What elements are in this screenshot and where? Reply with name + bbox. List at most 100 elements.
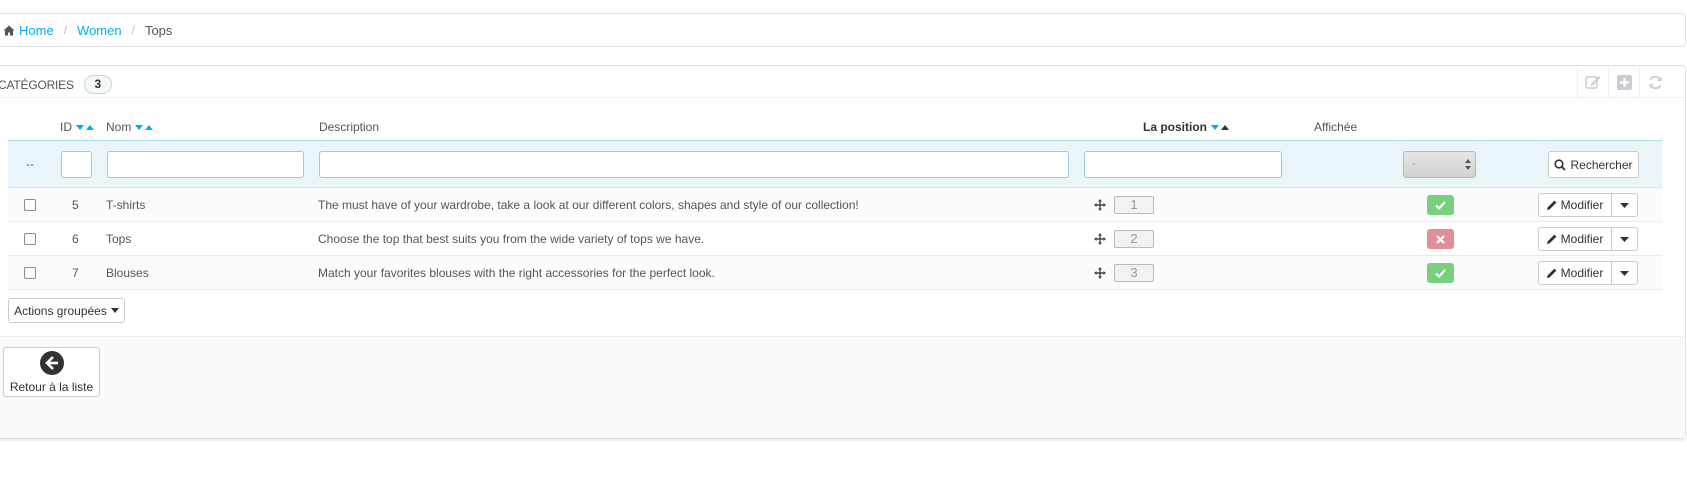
select-arrows-icon — [1465, 159, 1471, 170]
pencil-icon — [1546, 234, 1557, 244]
table-row[interactable]: 5 T-shirts The must have of your wardrob… — [8, 188, 1662, 222]
filter-dash: -- — [26, 157, 34, 171]
sort-desc-icon[interactable] — [135, 124, 144, 130]
bulk-actions-button[interactable]: Actions groupées — [8, 298, 125, 323]
drag-handle-icon[interactable] — [1094, 199, 1106, 211]
edit-button-label: Modifier — [1560, 232, 1604, 246]
cross-icon — [1436, 234, 1445, 244]
row-actions: Modifier — [1538, 193, 1638, 217]
pencil-icon — [1546, 268, 1557, 278]
row-name: Tops — [106, 232, 132, 246]
table-row[interactable]: 7 Blouses Match your favorites blouses w… — [8, 256, 1662, 290]
edit-button-label: Modifier — [1560, 198, 1604, 212]
edit-button[interactable]: Modifier — [1538, 227, 1612, 251]
position-value: 1 — [1114, 196, 1154, 214]
row-name: T-shirts — [106, 198, 146, 212]
caret-down-icon — [1620, 270, 1629, 276]
edit-icon — [1585, 75, 1601, 89]
breadcrumb-separator: / — [63, 23, 68, 37]
position-value: 3 — [1114, 264, 1154, 282]
add-new-button[interactable] — [1608, 66, 1639, 98]
filter-id-input[interactable] — [61, 151, 92, 178]
filter-name-input[interactable] — [107, 151, 304, 178]
position-value: 2 — [1114, 230, 1154, 248]
header-name-label: Nom — [106, 120, 132, 134]
sort-arrows — [76, 124, 94, 130]
back-to-list-button[interactable]: Retour à la liste — [3, 347, 100, 397]
row-actions: Modifier — [1538, 261, 1638, 285]
categories-panel: CATÉGORIES 3 ID Nom Description La posit… — [0, 65, 1686, 439]
sort-asc-icon[interactable] — [145, 124, 154, 130]
panel-footer: Retour à la liste — [0, 336, 1685, 438]
breadcrumb: Home / Women / Tops — [0, 13, 1686, 47]
header-description: Description — [319, 120, 379, 134]
breadcrumb-home-label[interactable]: Home — [19, 23, 54, 38]
sort-arrows — [1211, 124, 1229, 130]
heading-tools — [1577, 66, 1670, 98]
filter-displayed-value: - — [1412, 158, 1416, 170]
header-id-label: ID — [60, 120, 72, 134]
edit-button[interactable]: Modifier — [1538, 261, 1612, 285]
sort-desc-icon[interactable] — [1211, 124, 1219, 130]
row-id: 6 — [72, 232, 79, 246]
status-disabled-button[interactable] — [1427, 229, 1454, 249]
status-enabled-button[interactable] — [1427, 263, 1454, 283]
row-position: 2 — [1094, 222, 1154, 256]
check-icon — [1435, 268, 1446, 278]
table-row[interactable]: 6 Tops Choose the top that best suits yo… — [8, 222, 1662, 256]
filter-description-input[interactable] — [319, 151, 1069, 178]
filter-row: -- - Rechercher — [8, 140, 1662, 188]
header-position-label: La position — [1143, 120, 1207, 134]
header-displayed: Affichée — [1314, 120, 1357, 134]
count-badge: 3 — [83, 75, 112, 94]
status-enabled-button[interactable] — [1427, 195, 1454, 215]
arrow-circle-left-icon — [39, 350, 64, 375]
caret-down-icon — [1620, 202, 1629, 208]
sort-desc-icon[interactable] — [76, 124, 84, 130]
filter-displayed-select[interactable]: - — [1403, 151, 1476, 178]
row-description: The must have of your wardrobe, take a l… — [318, 198, 859, 212]
edit-button[interactable]: Modifier — [1538, 193, 1612, 217]
sort-arrows — [135, 124, 154, 130]
home-icon — [3, 25, 15, 36]
panel-heading: CATÉGORIES 3 — [0, 66, 1685, 98]
row-name: Blouses — [106, 266, 149, 280]
check-icon — [1435, 200, 1446, 210]
row-checkbox[interactable] — [24, 199, 36, 211]
row-checkbox[interactable] — [24, 233, 36, 245]
actions-dropdown-toggle[interactable] — [1612, 193, 1638, 217]
bulk-actions-label: Actions groupées — [14, 303, 107, 318]
filter-position-input[interactable] — [1084, 151, 1282, 178]
panel-title: CATÉGORIES 3 — [0, 75, 112, 94]
search-button-label: Rechercher — [1570, 157, 1633, 172]
header-displayed-label: Affichée — [1314, 120, 1358, 134]
back-to-list-label: Retour à la liste — [9, 379, 94, 394]
row-position: 1 — [1094, 188, 1154, 222]
row-description: Match your favorites blouses with the ri… — [318, 266, 715, 280]
actions-dropdown-toggle[interactable] — [1612, 227, 1638, 251]
table-header-row: ID Nom Description La position Affichée — [8, 98, 1662, 140]
panel-title-label: CATÉGORIES — [0, 77, 74, 92]
actions-dropdown-toggle[interactable] — [1612, 261, 1638, 285]
export-edit-button[interactable] — [1577, 66, 1608, 98]
search-icon — [1554, 158, 1567, 171]
drag-handle-icon[interactable] — [1094, 267, 1106, 279]
header-description-label: Description — [319, 120, 380, 134]
row-description: Choose the top that best suits you from … — [318, 232, 705, 246]
search-button[interactable]: Rechercher — [1548, 151, 1639, 178]
row-checkbox[interactable] — [24, 267, 36, 279]
header-id: ID — [60, 120, 94, 134]
header-position: La position — [1143, 120, 1229, 134]
drag-handle-icon[interactable] — [1094, 233, 1106, 245]
sort-asc-active-icon[interactable] — [1221, 124, 1229, 130]
breadcrumb-separator: / — [131, 23, 135, 37]
breadcrumb-women[interactable]: Women — [77, 23, 122, 38]
sort-asc-icon[interactable] — [86, 124, 94, 130]
refresh-button[interactable] — [1639, 66, 1670, 98]
row-position: 3 — [1094, 256, 1154, 290]
edit-button-label: Modifier — [1560, 266, 1604, 280]
breadcrumb-home[interactable]: Home — [3, 23, 54, 38]
row-id: 5 — [72, 198, 79, 212]
row-actions: Modifier — [1538, 227, 1638, 251]
add-icon — [1616, 74, 1632, 90]
